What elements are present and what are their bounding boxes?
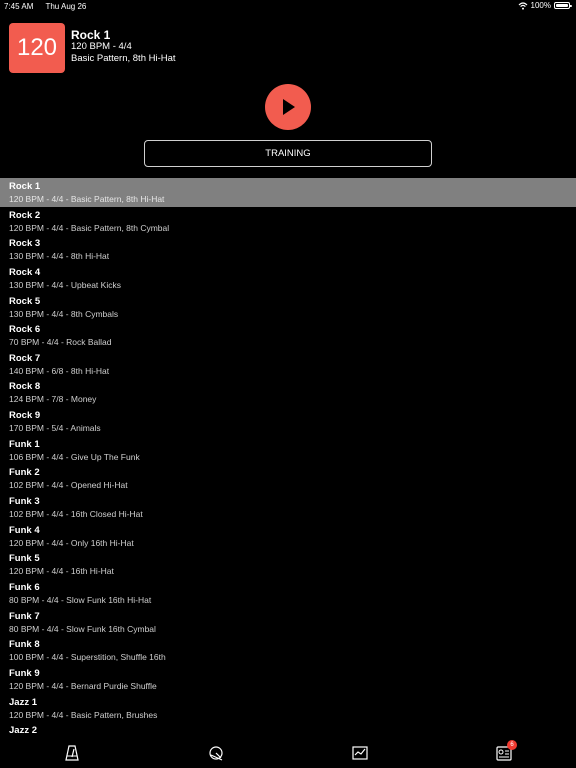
list-item-description: 102 BPM - 4/4 - Opened Hi-Hat [9, 480, 128, 491]
list-item[interactable]: Rock 8 124 BPM - 7/8 - Money [0, 378, 576, 407]
list-item[interactable]: Rock 4 130 BPM - 4/4 - Upbeat Kicks [0, 264, 576, 293]
mixer-badge: 6 [507, 740, 517, 750]
list-item-description: 120 BPM - 4/4 - Basic Pattern, Brushes [9, 709, 158, 720]
status-left: 7:45 AM Thu Aug 26 [4, 2, 96, 11]
list-item-name: Funk 2 [9, 467, 40, 479]
list-item-name: Rock 7 [9, 352, 41, 364]
list-item[interactable]: Rock 2 120 BPM - 4/4 - Basic Pattern, 8th… [0, 207, 576, 236]
metronome-icon [65, 745, 79, 761]
bpm-display[interactable]: 120 [9, 23, 65, 73]
status-date: Thu Aug 26 [45, 2, 87, 11]
list-item-description: 120 BPM - 4/4 - Only 16th Hi-Hat [9, 537, 134, 548]
status-right: 100% [518, 1, 572, 10]
list-item[interactable]: Funk 5 120 BPM - 4/4 - 16th Hi-Hat [0, 550, 576, 579]
list-item-name: Rock 3 [9, 238, 41, 250]
list-item-name: Funk 1 [9, 438, 40, 450]
list-item-name: Funk 3 [9, 496, 40, 508]
list-item[interactable]: Jazz 2 [0, 722, 576, 738]
list-item-description: 140 BPM - 6/8 - 8th Hi-Hat [9, 365, 110, 376]
play-icon [283, 99, 295, 115]
now-playing-meter: 120 BPM - 4/4 [71, 41, 132, 52]
list-item-name: Funk 6 [9, 581, 40, 593]
list-item-name: Rock 4 [9, 266, 41, 278]
list-item[interactable]: Funk 6 80 BPM - 4/4 - Slow Funk 16th Hi-H… [0, 579, 576, 608]
list-item[interactable]: Funk 9 120 BPM - 4/4 - Bernard Purdie Shu… [0, 665, 576, 694]
list-item-description: 124 BPM - 7/8 - Money [9, 394, 97, 405]
battery-percent: 100% [530, 1, 551, 10]
list-item-name: Jazz 2 [9, 725, 37, 737]
list-item[interactable]: Rock 7 140 BPM - 6/8 - 8th Hi-Hat [0, 350, 576, 379]
list-item[interactable]: Funk 3 102 BPM - 4/4 - 16th Closed Hi-Hat [0, 493, 576, 522]
now-playing-info: Rock 1 120 BPM - 4/4 Basic Pattern, 8th … [71, 29, 176, 73]
list-item-description: 106 BPM - 4/4 - Give Up The Funk [9, 451, 140, 462]
now-playing-header: 120 Rock 1 120 BPM - 4/4 Basic Pattern, … [9, 23, 176, 73]
list-item[interactable]: Rock 9 170 BPM - 5/4 - Animals [0, 407, 576, 436]
now-playing-pattern: Basic Pattern, 8th Hi-Hat [71, 53, 176, 64]
list-item-name: Jazz 1 [9, 696, 37, 708]
list-item-name: Rock 9 [9, 410, 41, 422]
list-item-description: 170 BPM - 5/4 - Animals [9, 423, 101, 434]
list-item-name: Rock 8 [9, 381, 41, 393]
list-item-description: 100 BPM - 4/4 - Superstition, Shuffle 16… [9, 652, 166, 663]
tab-metronome[interactable] [62, 743, 82, 763]
list-item[interactable]: Rock 5 130 BPM - 4/4 - 8th Cymbals [0, 293, 576, 322]
list-item-description: 120 BPM - 4/4 - Bernard Purdie Shuffle [9, 680, 157, 691]
tab-practice[interactable] [350, 743, 370, 763]
list-item-description: 130 BPM - 4/4 - Upbeat Kicks [9, 279, 121, 290]
list-item-description: 70 BPM - 4/4 - Rock Ballad [9, 337, 112, 348]
list-item-description: 120 BPM - 4/4 - Basic Pattern, 8th Hi-Ha… [9, 194, 165, 204]
battery-icon [554, 2, 572, 9]
practice-chart-icon [352, 746, 368, 760]
list-item[interactable]: Rock 1 120 BPM - 4/4 - Basic Pattern, 8th… [0, 178, 576, 207]
training-button[interactable]: TRAINING [144, 140, 432, 167]
tab-bar [0, 738, 576, 768]
list-item-name: Funk 4 [9, 524, 40, 536]
list-item-description: 130 BPM - 4/4 - 8th Hi-Hat [9, 251, 110, 262]
list-item[interactable]: Rock 6 70 BPM - 4/4 - Rock Ballad [0, 321, 576, 350]
list-item[interactable]: Funk 7 80 BPM - 4/4 - Slow Funk 16th Cymb… [0, 608, 576, 637]
list-item[interactable]: Funk 4 120 BPM - 4/4 - Only 16th Hi-Hat [0, 522, 576, 551]
drum-icon [209, 746, 223, 761]
list-item-description: 102 BPM - 4/4 - 16th Closed Hi-Hat [9, 509, 143, 520]
list-item[interactable]: Funk 8 100 BPM - 4/4 - Superstition, Shuf… [0, 636, 576, 665]
list-item[interactable]: Funk 2 102 BPM - 4/4 - Opened Hi-Hat [0, 464, 576, 493]
pattern-list[interactable]: Rock 1 120 BPM - 4/4 - Basic Pattern, 8th… [0, 178, 576, 738]
list-item-name: Rock 2 [9, 209, 41, 221]
list-item-description: 80 BPM - 4/4 - Slow Funk 16th Hi-Hat [9, 594, 152, 605]
play-button[interactable] [265, 84, 311, 130]
list-item[interactable]: Jazz 1 120 BPM - 4/4 - Basic Pattern, Bru… [0, 694, 576, 723]
wifi-icon [518, 1, 527, 10]
list-item-description: 130 BPM - 4/4 - 8th Cymbals [9, 308, 119, 319]
list-item-name: Funk 5 [9, 553, 40, 565]
list-item-name: Rock 5 [9, 295, 41, 307]
list-item-description: 80 BPM - 4/4 - Slow Funk 16th Cymbal [9, 623, 156, 634]
list-item-name: Rock 6 [9, 324, 41, 336]
list-item-name: Rock 1 [9, 181, 41, 192]
list-item-name: Funk 7 [9, 610, 40, 622]
list-item[interactable]: Rock 3 130 BPM - 4/4 - 8th Hi-Hat [0, 235, 576, 264]
status-bar: 7:45 AM Thu Aug 26 100% [0, 0, 576, 12]
now-playing-title: Rock 1 [71, 28, 111, 42]
list-item[interactable]: Funk 1 106 BPM - 4/4 - Give Up The Funk [0, 436, 576, 465]
status-time: 7:45 AM [4, 2, 34, 11]
list-item-name: Funk 9 [9, 667, 40, 679]
list-item-name: Funk 8 [9, 639, 40, 651]
list-item-description: 120 BPM - 4/4 - Basic Pattern, 8th Cymba… [9, 222, 170, 233]
list-item-description: 120 BPM - 4/4 - 16th Hi-Hat [9, 566, 114, 577]
tab-drum[interactable] [206, 743, 226, 763]
